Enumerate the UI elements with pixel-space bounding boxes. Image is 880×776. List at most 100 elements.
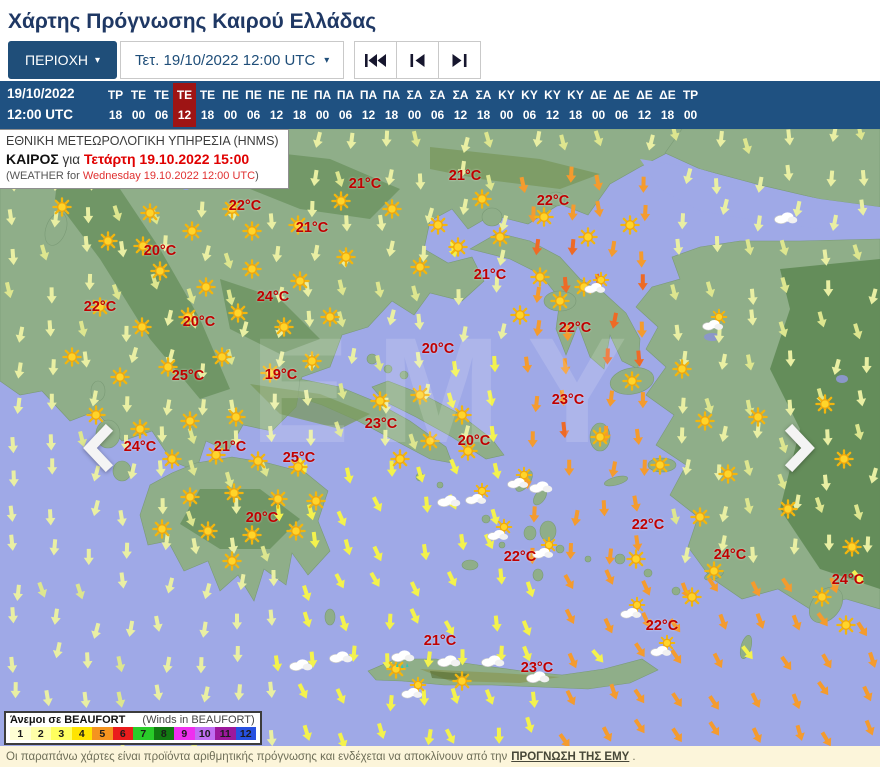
sun-icon <box>410 257 430 277</box>
sun-icon <box>622 371 642 391</box>
sun-icon <box>228 303 248 323</box>
step-forward-icon <box>452 53 467 67</box>
beaufort-cell-9: 9 <box>174 727 195 740</box>
sun-icon <box>212 347 232 367</box>
time-slot-17[interactable]: ΚΥ 00 <box>495 83 518 128</box>
sun-icon <box>132 317 152 337</box>
skip-to-start-button[interactable] <box>354 41 398 79</box>
time-slot-18[interactable]: ΚΥ 06 <box>518 83 541 128</box>
sun-icon <box>472 189 492 209</box>
sun-icon <box>390 449 410 469</box>
time-slot-13[interactable]: ΣΑ 00 <box>403 83 426 128</box>
beaufort-cell-7: 7 <box>133 727 154 740</box>
region-dropdown-label: ΠΕΡΙΟΧΗ <box>25 52 89 68</box>
time-slot-12[interactable]: ΠΑ 18 <box>380 83 403 128</box>
timebar-slots: ΤΡ 18 ΤΕ 00 ΤΕ 06 ΤΕ 12 ΤΕ 18 ΠΕ 00 ΠΕ 06 ΠΕ 12 ΠΕ 18 ΠΑ 00… <box>104 82 702 128</box>
sun-icon <box>286 521 306 541</box>
sun-icon <box>458 441 478 461</box>
time-slot-10[interactable]: ΠΑ 06 <box>334 83 357 128</box>
next-map-chevron[interactable] <box>780 423 820 473</box>
time-slot-1[interactable]: ΤΕ 00 <box>127 83 150 128</box>
sun-icon <box>620 215 640 235</box>
sun-icon <box>420 431 440 451</box>
chevron-down-icon: ▾ <box>324 55 330 66</box>
sun-icon <box>226 407 246 427</box>
disclaimer-text: Οι παραπάνω χάρτες είναι προϊόντα αριθμη… <box>6 750 508 763</box>
time-slot-8[interactable]: ΠΕ 18 <box>288 83 311 128</box>
time-slot-20[interactable]: ΚΥ 18 <box>564 83 587 128</box>
time-slot-9[interactable]: ΠΑ 00 <box>311 83 334 128</box>
sun-icon <box>222 199 242 219</box>
chevron-down-icon: ▾ <box>95 55 101 66</box>
sun-icon <box>182 221 202 241</box>
beaufort-cell-8: 8 <box>153 727 174 740</box>
sun-icon <box>260 363 280 383</box>
sun-icon <box>578 227 598 247</box>
step-forward-button[interactable] <box>438 41 482 79</box>
datetime-dropdown-button[interactable]: Τετ. 19/10/2022 12:00 UTC ▾ <box>120 41 345 79</box>
sun-icon <box>248 451 268 471</box>
sun-icon <box>370 391 390 411</box>
beaufort-cell-11: 11 <box>215 727 236 740</box>
sun-icon <box>510 305 530 325</box>
time-slot-24[interactable]: ΔΕ 18 <box>656 83 679 128</box>
time-slot-11[interactable]: ΠΑ 12 <box>357 83 380 128</box>
sun-icon <box>288 457 308 477</box>
emy-forecast-link[interactable]: ΠΡΟΓΝΩΣΗ ΤΗΣ ΕΜΥ <box>511 751 629 763</box>
sun-icon <box>448 237 468 257</box>
sun-icon <box>162 449 182 469</box>
time-slot-14[interactable]: ΣΑ 06 <box>426 83 449 128</box>
sun-icon <box>778 499 798 519</box>
sun-icon <box>336 247 356 267</box>
forecast-utc-time: (WEATHER for Wednesday 19.10.2022 12:00 … <box>6 170 259 183</box>
sun-icon <box>288 215 308 235</box>
region-dropdown-button[interactable]: ΠΕΡΙΟΧΗ ▾ <box>8 41 118 79</box>
sun-icon <box>836 615 856 635</box>
beaufort-title-en: (Winds in BEAUFORT) <box>142 714 255 726</box>
current-time: 12:00 UTC <box>7 107 74 122</box>
beaufort-legend: Άνεμοι σε BEAUFORT (Winds in BEAUFORT) 1… <box>4 711 262 745</box>
beaufort-title-gr: Άνεμοι σε BEAUFORT <box>10 714 126 726</box>
time-slot-2[interactable]: ΤΕ 06 <box>150 83 173 128</box>
time-slot-4[interactable]: ΤΕ 18 <box>196 83 219 128</box>
sun-icon <box>242 221 262 241</box>
sun-icon <box>98 231 118 251</box>
sun-icon <box>812 587 832 607</box>
sun-icon <box>242 525 262 545</box>
time-slot-23[interactable]: ΔΕ 12 <box>633 83 656 128</box>
sun-icon <box>530 267 550 287</box>
sun-icon <box>206 445 226 465</box>
sun-icon <box>410 385 430 405</box>
time-slot-19[interactable]: ΚΥ 12 <box>541 83 564 128</box>
sun-icon <box>490 227 510 247</box>
sun-icon <box>650 455 670 475</box>
weather-map: ΕΜΥ 21°C21°C22°C22°C21°C20°C21°C24°C22°C… <box>0 129 880 746</box>
sun-icon <box>90 297 110 317</box>
sun-icon <box>140 203 160 223</box>
step-back-icon <box>410 53 425 67</box>
beaufort-cell-2: 2 <box>30 727 51 740</box>
sun-icon <box>834 449 854 469</box>
current-date: 19/10/2022 <box>7 86 75 102</box>
time-slot-7[interactable]: ΠΕ 12 <box>265 83 288 128</box>
sun-icon <box>695 411 715 431</box>
time-slot-25[interactable]: ΤΡ 00 <box>679 83 702 128</box>
footer-disclaimer: Οι παραπάνω χάρτες είναι προϊόντα αριθμη… <box>0 746 880 767</box>
time-slot-6[interactable]: ΠΕ 06 <box>242 83 265 128</box>
time-slot-5[interactable]: ΠΕ 00 <box>219 83 242 128</box>
time-slot-15[interactable]: ΣΑ 12 <box>449 83 472 128</box>
step-back-button[interactable] <box>396 41 440 79</box>
time-slot-0[interactable]: ΤΡ 18 <box>104 83 127 128</box>
previous-map-chevron[interactable] <box>78 423 118 473</box>
sun-icon <box>86 405 106 425</box>
time-slot-16[interactable]: ΣΑ 18 <box>472 83 495 128</box>
sun-icon <box>331 191 351 211</box>
toolbar: ΠΕΡΙΟΧΗ ▾ Τετ. 19/10/2022 12:00 UTC ▾ <box>8 41 880 79</box>
sun-icon <box>133 236 153 256</box>
sun-icon <box>180 411 200 431</box>
time-slot-22[interactable]: ΔΕ 06 <box>610 83 633 128</box>
sun-icon <box>590 427 610 447</box>
forecast-local-time: ΚΑΙΡΟΣ για Τετάρτη 19.10.2022 15:00 <box>6 150 250 167</box>
time-slot-21[interactable]: ΔΕ 00 <box>587 83 610 128</box>
time-slot-3[interactable]: ΤΕ 12 <box>173 82 196 128</box>
